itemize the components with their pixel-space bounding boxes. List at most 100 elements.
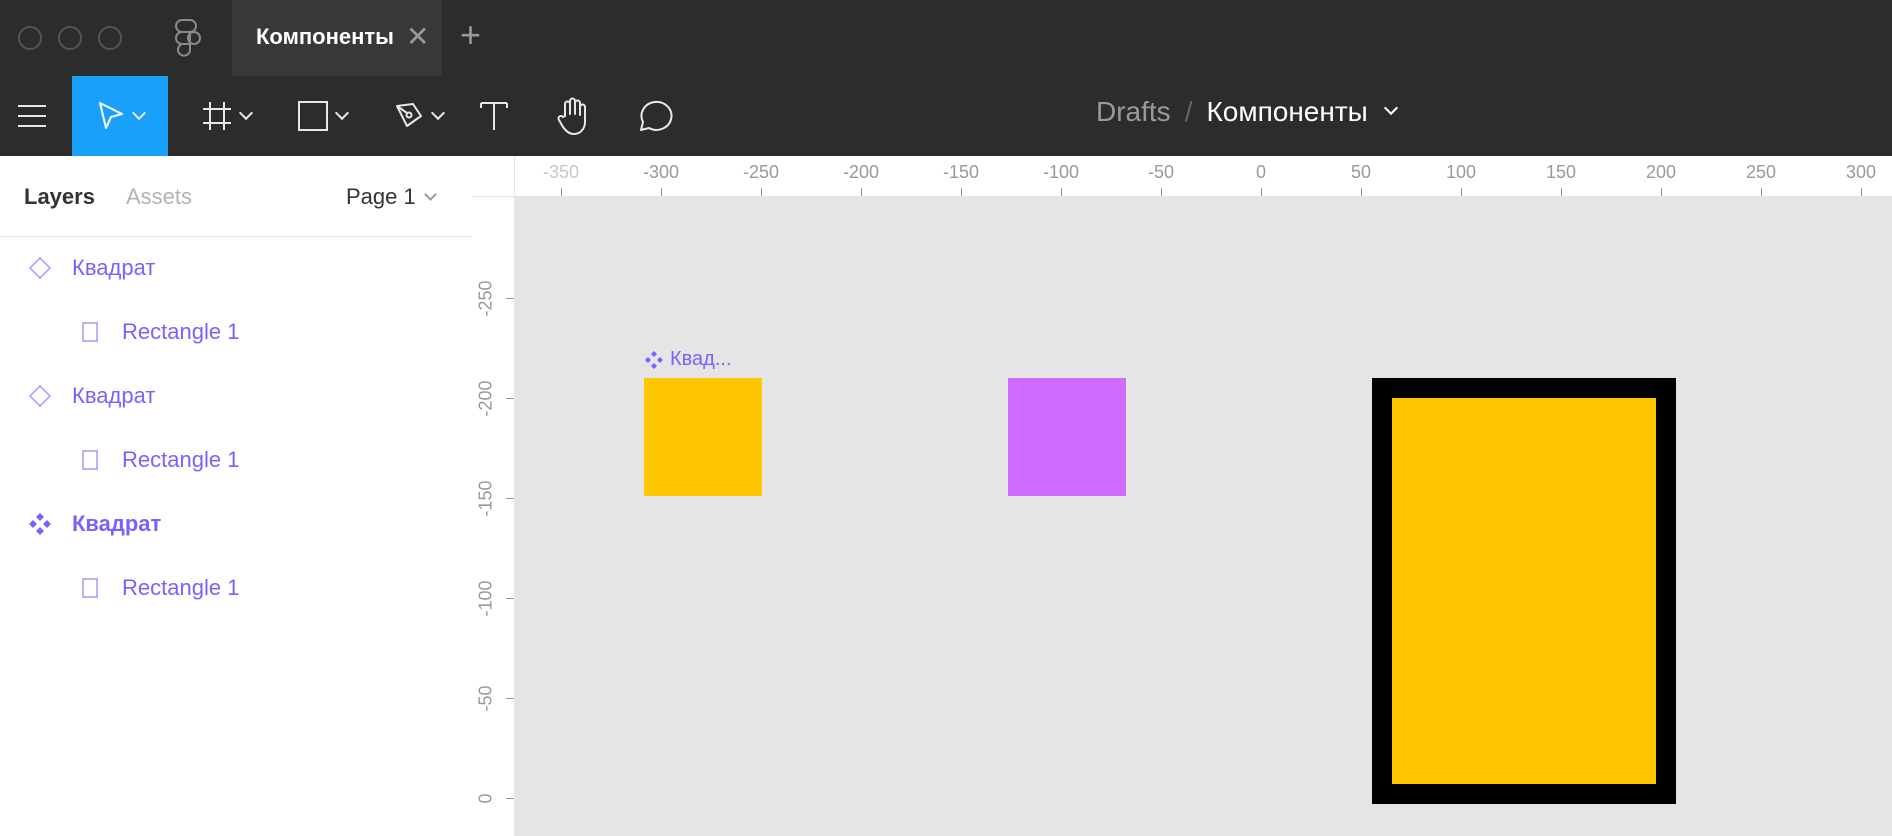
tab-title: Компоненты <box>256 24 394 49</box>
cursor-arrow-icon <box>99 102 123 129</box>
canvas[interactable] <box>514 197 1892 836</box>
ruler-x-label: 0 <box>1255 162 1267 182</box>
rectangle-icon <box>298 101 328 131</box>
instance-purple-square[interactable] <box>1008 378 1126 496</box>
layer-label: Rectangle 1 <box>122 447 240 472</box>
ruler-y-tick <box>506 798 514 799</box>
ruler-y-label: -200 <box>475 380 496 417</box>
layer-label: Квадрат <box>72 383 156 408</box>
ruler-x-tick <box>561 188 562 196</box>
ruler-y-tick <box>506 498 514 499</box>
component-instance-icon <box>26 384 54 408</box>
ruler-x-label: 150 <box>1545 162 1577 182</box>
chevron-down-icon <box>423 187 437 201</box>
ruler-x-label: -300 <box>642 162 680 182</box>
ruler-x-label: 50 <box>1350 162 1372 182</box>
main-component-yellow-square[interactable] <box>644 378 762 496</box>
layer-row[interactable]: Rectangle 1 <box>0 300 472 364</box>
main-component-icon <box>645 350 663 369</box>
tab-assets[interactable]: Assets <box>126 184 192 210</box>
hand-icon <box>557 97 586 135</box>
page-selector[interactable]: Page 1 <box>346 184 437 210</box>
layer-row[interactable]: Квадрат <box>0 236 472 300</box>
component-instance-icon <box>26 256 54 280</box>
ruler-x-tick <box>1761 188 1762 196</box>
ruler-x-label: -150 <box>942 162 980 182</box>
layer-row[interactable]: Rectangle 1 <box>0 428 472 492</box>
ruler-y-tick <box>506 698 514 699</box>
chevron-down-icon[interactable] <box>238 105 254 121</box>
breadcrumb: Drafts / Компоненты <box>1096 96 1398 128</box>
ruler-x-tick <box>1161 188 1162 196</box>
ruler-y-label: -50 <box>475 685 496 712</box>
ruler-x-tick <box>1661 188 1662 196</box>
ruler-x-tick <box>761 188 762 196</box>
ruler-x-tick <box>1361 188 1362 196</box>
hand-tool-button[interactable] <box>552 76 596 156</box>
window-zoom-control[interactable] <box>98 26 122 50</box>
component-frame-label[interactable]: Квад... <box>644 348 732 371</box>
move-tool-button[interactable] <box>72 76 168 156</box>
component-label-text: Квад... <box>670 348 732 370</box>
figma-logo-icon[interactable] <box>170 18 206 58</box>
chevron-down-icon[interactable] <box>334 105 350 121</box>
breadcrumb-drafts-link[interactable]: Drafts <box>1096 96 1171 128</box>
layer-label: Квадрат <box>72 255 156 280</box>
comment-tool-button[interactable] <box>632 76 676 156</box>
vertical-ruler: -250 -200 -150 -100 -50 0 <box>472 196 515 836</box>
ruler-x-tick <box>961 188 962 196</box>
ruler-x-tick <box>1861 188 1862 196</box>
shape-tool-button[interactable] <box>284 76 360 156</box>
page-selector-label: Page 1 <box>346 184 416 209</box>
instance-yellow-fill[interactable] <box>1392 398 1656 784</box>
ruler-x-label: -200 <box>842 162 880 182</box>
layer-row[interactable]: Rectangle 1 <box>0 556 472 620</box>
ruler-x-tick <box>1261 188 1262 196</box>
ruler-y-tick <box>506 598 514 599</box>
window-minimize-control[interactable] <box>58 26 82 50</box>
text-t-icon <box>480 102 508 130</box>
chevron-down-icon[interactable] <box>131 105 147 121</box>
main-menu-button[interactable] <box>0 76 64 156</box>
tab-layers[interactable]: Layers <box>24 184 95 210</box>
ruler-y-label: -100 <box>475 580 496 617</box>
ruler-x-label: -50 <box>1147 162 1175 182</box>
pen-tool-button[interactable] <box>380 76 456 156</box>
layer-label: Rectangle 1 <box>122 575 240 600</box>
horizontal-ruler: -350 -300 -250 -200 -150 -100 -50 0 50 100 150 200 2… <box>472 156 1892 197</box>
window-close-control[interactable] <box>18 26 42 50</box>
hamburger-icon <box>18 105 46 127</box>
ruler-x-label: -350 <box>542 162 580 182</box>
breadcrumb-separator: / <box>1184 96 1193 127</box>
ruler-x-label: -250 <box>742 162 780 182</box>
rectangle-icon <box>76 321 104 343</box>
chevron-down-icon[interactable] <box>1383 100 1398 116</box>
new-tab-icon[interactable]: + <box>460 14 481 56</box>
rectangle-icon <box>76 577 104 599</box>
frame-tool-button[interactable] <box>188 76 264 156</box>
ruler-x-label: 250 <box>1745 162 1777 182</box>
ruler-corner <box>472 156 515 197</box>
ruler-y-label: -150 <box>475 480 496 517</box>
ruler-x-tick <box>661 188 662 196</box>
chevron-down-icon[interactable] <box>430 105 446 121</box>
ruler-x-label: 100 <box>1445 162 1477 182</box>
pen-icon <box>396 103 422 127</box>
layer-label: Rectangle 1 <box>122 319 240 344</box>
ruler-y-label: 0 <box>475 793 496 804</box>
text-tool-button[interactable] <box>474 76 514 156</box>
ruler-x-tick <box>1461 188 1462 196</box>
ruler-x-tick <box>1061 188 1062 196</box>
ruler-x-label: 200 <box>1645 162 1677 182</box>
rectangle-icon <box>76 449 104 471</box>
comment-bubble-icon <box>640 100 673 131</box>
tab-close-icon[interactable]: ✕ <box>406 20 429 53</box>
file-name[interactable]: Компоненты <box>1206 96 1367 128</box>
ruler-y-label: -250 <box>475 280 496 317</box>
main-component-icon <box>26 512 54 536</box>
frame-hash-icon <box>203 102 231 130</box>
ruler-y-tick <box>506 298 514 299</box>
layer-row[interactable]: Квадрат <box>0 492 472 556</box>
layer-row[interactable]: Квадрат <box>0 364 472 428</box>
ruler-x-tick <box>1561 188 1562 196</box>
